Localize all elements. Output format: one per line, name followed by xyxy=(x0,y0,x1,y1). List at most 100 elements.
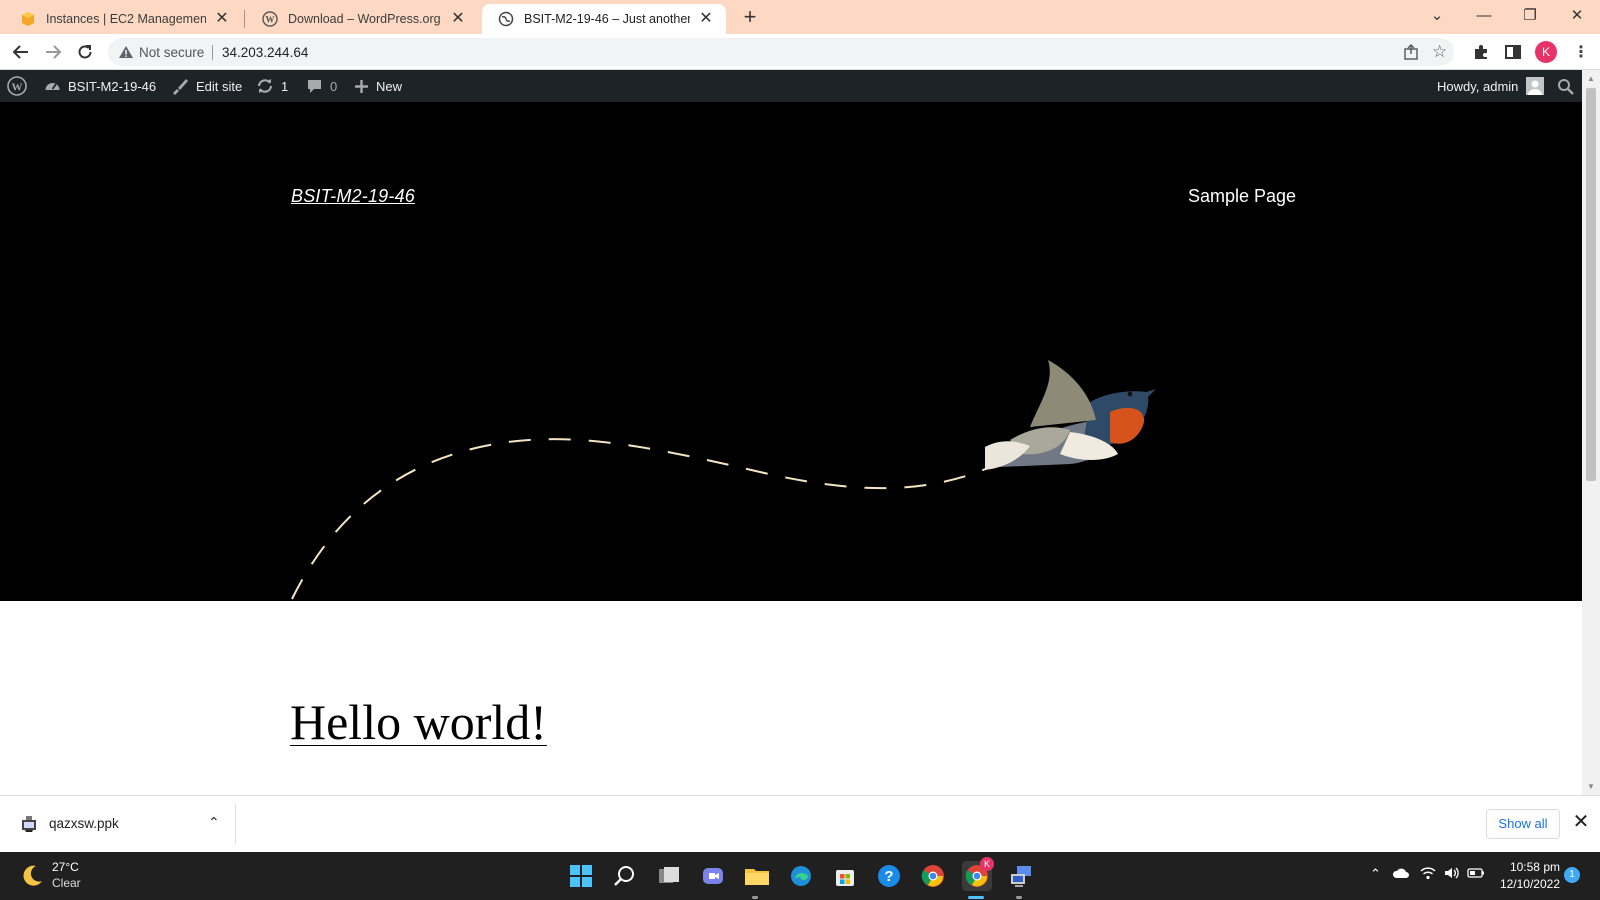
tab-separator xyxy=(244,10,245,28)
plus-icon xyxy=(355,79,368,93)
download-shelf: qazxsw.ppk ⌃ Show all ✕ xyxy=(0,795,1600,852)
close-download-shelf-icon[interactable]: ✕ xyxy=(1570,810,1592,834)
menu-icon[interactable]: ⋮ xyxy=(1568,39,1594,65)
active-indicator xyxy=(968,896,984,899)
globe-icon xyxy=(498,11,514,27)
scroll-down-icon[interactable]: ▼ xyxy=(1586,782,1596,792)
post-title-link[interactable]: Hello world! xyxy=(290,693,547,751)
chrome-profile-icon[interactable]: K xyxy=(962,857,994,891)
side-panel-icon[interactable] xyxy=(1500,39,1526,65)
tab-title: Download – WordPress.org xyxy=(288,12,441,26)
tab-ec2-instances[interactable]: Instances | EC2 Management Con ✕ xyxy=(4,4,242,34)
microsoft-store-icon[interactable] xyxy=(830,861,860,891)
minimize-icon[interactable]: — xyxy=(1461,2,1507,30)
help-icon[interactable]: ? xyxy=(874,861,904,891)
chevron-up-tray-icon[interactable]: ⌃ xyxy=(1370,866,1381,882)
restore-icon[interactable]: ❐ xyxy=(1507,2,1553,30)
reload-icon[interactable] xyxy=(72,39,98,65)
close-icon[interactable]: ✕ xyxy=(448,9,468,29)
bird-flight-illustration xyxy=(291,360,1156,600)
chrome-profile-badge: K xyxy=(980,857,994,871)
site-header-hero: BSIT-M2-19-46 Sample Page xyxy=(0,102,1582,601)
svg-text:W: W xyxy=(266,15,275,25)
teams-chat-icon[interactable] xyxy=(698,861,728,891)
weather-description[interactable]: Clear xyxy=(52,876,81,890)
tab-search-icon[interactable]: ⌄ xyxy=(1414,2,1460,30)
putty-file-icon xyxy=(20,814,38,837)
task-view-icon[interactable] xyxy=(654,861,684,891)
url-divider xyxy=(212,45,213,60)
wifi-icon[interactable] xyxy=(1420,866,1436,883)
tab-title: Instances | EC2 Management Con xyxy=(46,12,206,26)
updates-link[interactable]: 1 xyxy=(256,70,288,102)
start-icon[interactable] xyxy=(566,861,596,891)
dashboard-icon xyxy=(45,82,60,90)
new-label: New xyxy=(376,78,403,94)
clock-time[interactable]: 10:58 pm xyxy=(1498,860,1560,874)
security-label[interactable]: Not secure xyxy=(139,45,204,60)
search-icon[interactable] xyxy=(1557,70,1581,102)
onedrive-icon[interactable] xyxy=(1392,866,1410,883)
brush-icon xyxy=(173,79,188,95)
edit-site-link[interactable]: Edit site xyxy=(171,70,242,102)
back-icon[interactable] xyxy=(8,39,34,65)
tab-strip: Instances | EC2 Management Con ✕ W Downl… xyxy=(0,0,1600,34)
notification-badge[interactable]: 1 xyxy=(1564,867,1580,883)
running-indicator xyxy=(752,896,758,899)
updates-count: 1 xyxy=(281,78,289,94)
chrome-icon[interactable] xyxy=(918,861,948,891)
my-account-link[interactable]: Howdy, admin xyxy=(1437,70,1545,102)
remote-desktop-icon[interactable] xyxy=(1006,861,1036,891)
weather-temperature[interactable]: 27°C xyxy=(52,860,79,874)
new-tab-button[interactable]: + xyxy=(738,6,762,30)
wp-admin-bar: W BSIT-M2-19-46 Edit site 1 0 New Howdy,… xyxy=(0,70,1582,102)
main-content: Hello world! xyxy=(0,601,1582,795)
forward-icon[interactable] xyxy=(40,39,66,65)
scroll-up-icon[interactable]: ▲ xyxy=(1586,74,1596,84)
browser-toolbar: Not secure 34.203.244.64 ☆ K ⋮ xyxy=(0,34,1600,70)
comment-icon xyxy=(308,79,321,93)
address-bar[interactable]: Not secure 34.203.244.64 ☆ xyxy=(108,38,1454,66)
svg-text:?: ? xyxy=(884,868,893,885)
download-item[interactable]: qazxsw.ppk ⌃ xyxy=(12,802,235,846)
chevron-up-icon[interactable]: ⌃ xyxy=(208,814,220,831)
windows-taskbar: 27°C Clear ? K ⌃ 10:58 pm 12/10/2022 1 xyxy=(0,852,1600,900)
wordpress-logo-icon[interactable]: W xyxy=(7,70,34,102)
download-divider xyxy=(235,804,236,844)
page-scrollbar[interactable]: ▲ ▼ xyxy=(1582,70,1600,795)
comments-count: 0 xyxy=(330,78,338,94)
site-name-link[interactable]: BSIT-M2-19-46 xyxy=(44,70,156,102)
tab-title: BSIT-M2-19-46 – Just another W xyxy=(524,12,690,26)
share-icon[interactable] xyxy=(1402,43,1420,66)
close-icon[interactable]: ✕ xyxy=(212,9,232,29)
clock-date[interactable]: 12/10/2022 xyxy=(1490,877,1560,891)
updates-icon xyxy=(257,79,273,93)
running-indicator xyxy=(1016,896,1022,899)
taskbar-search-icon[interactable] xyxy=(610,861,640,891)
dashed-flight-path xyxy=(291,438,996,600)
new-content-link[interactable]: New xyxy=(354,70,402,102)
edge-icon[interactable] xyxy=(786,861,816,891)
tab-wordpress-download[interactable]: W Download – WordPress.org ✕ xyxy=(246,4,478,34)
wordpress-icon: W xyxy=(262,11,278,27)
svg-text:W: W xyxy=(12,82,23,94)
file-explorer-icon[interactable] xyxy=(742,861,772,891)
url-text[interactable]: 34.203.244.64 xyxy=(222,45,308,60)
profile-avatar[interactable]: K xyxy=(1535,41,1557,63)
close-icon[interactable]: ✕ xyxy=(696,9,716,29)
site-name: BSIT-M2-19-46 xyxy=(68,78,157,94)
battery-icon[interactable] xyxy=(1467,866,1485,883)
bookmark-star-icon[interactable]: ☆ xyxy=(1432,42,1447,62)
scroll-thumb[interactable] xyxy=(1586,88,1596,481)
tab-bsit-site[interactable]: BSIT-M2-19-46 – Just another W ✕ xyxy=(482,4,726,34)
window-close-icon[interactable]: ✕ xyxy=(1554,2,1600,30)
comments-link[interactable]: 0 xyxy=(306,70,337,102)
volume-icon[interactable] xyxy=(1444,866,1460,883)
extensions-icon[interactable] xyxy=(1468,39,1494,65)
aws-icon xyxy=(20,11,36,27)
warning-icon[interactable] xyxy=(118,44,134,65)
moon-weather-icon[interactable] xyxy=(20,864,44,893)
edit-site-label: Edit site xyxy=(196,78,243,94)
download-file-name: qazxsw.ppk xyxy=(49,816,119,831)
show-all-downloads-button[interactable]: Show all xyxy=(1486,809,1560,839)
